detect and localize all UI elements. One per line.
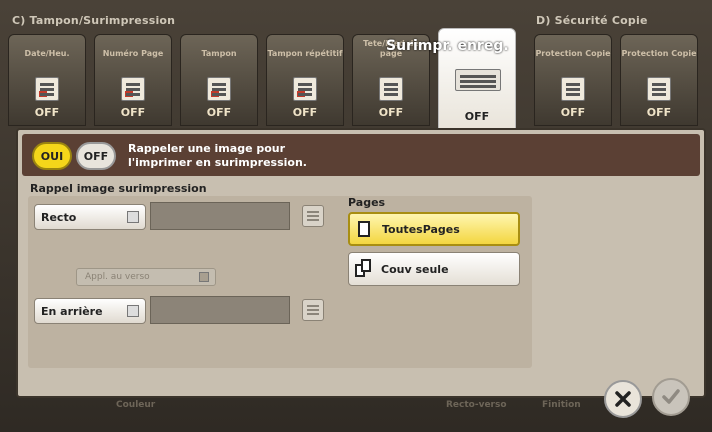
- apply-back-label: Appl. au verso: [85, 272, 150, 282]
- tab-label: Tampon répétitif: [267, 49, 343, 58]
- back-list-icon[interactable]: [302, 299, 324, 321]
- front-label: Recto: [41, 210, 77, 224]
- active-tab-title: Surimpr. enreg.: [386, 38, 509, 54]
- stamp-icon: [207, 77, 231, 101]
- single-page-icon: [358, 221, 370, 237]
- overlay-settings-panel: OUI OFF Rappeler une image pour l'imprim…: [16, 128, 706, 398]
- tab-page-number[interactable]: Numéro Page OFF: [94, 34, 172, 126]
- back-button[interactable]: En arrière: [34, 298, 146, 324]
- check-icon: [662, 389, 680, 404]
- header-footer-icon: [379, 77, 403, 101]
- tab-label: Date/Heu.: [24, 49, 70, 58]
- function-tabs: Date/Heu. OFF Numéro Page OFF Tampon OFF…: [8, 28, 708, 132]
- tab-state: OFF: [292, 106, 318, 119]
- tab-label: Tampon: [201, 49, 237, 58]
- tab-state: OFF: [378, 106, 404, 119]
- front-list-icon[interactable]: [302, 205, 324, 227]
- apply-back-checkbox: [199, 272, 209, 282]
- on-button[interactable]: OUI: [32, 142, 72, 170]
- close-button[interactable]: [604, 380, 642, 418]
- confirm-button[interactable]: [652, 378, 690, 416]
- off-button[interactable]: OFF: [76, 142, 116, 170]
- tab-state: OFF: [560, 106, 586, 119]
- back-checkbox[interactable]: [127, 305, 139, 317]
- instruction-line-2: l'imprimer en surimpression.: [128, 156, 307, 169]
- footer-duplex-label: Recto-verso: [446, 400, 507, 410]
- apply-back-button: Appl. au verso: [76, 268, 216, 286]
- registered-overlay-icon: [455, 69, 501, 91]
- recall-section-title: Rappel image surimpression: [30, 182, 207, 195]
- tab-state: OFF: [464, 110, 490, 123]
- front-button[interactable]: Recto: [34, 204, 146, 230]
- front-image-field[interactable]: [150, 202, 290, 230]
- back-label: En arrière: [41, 304, 103, 318]
- message-bar: OUI OFF Rappeler une image pour l'imprim…: [22, 134, 700, 176]
- close-icon: [615, 391, 631, 407]
- copy-protect-icon: [561, 77, 585, 101]
- tab-stamp[interactable]: Tampon OFF: [180, 34, 258, 126]
- copy-guard-icon: [647, 77, 671, 101]
- tab-copy-guard[interactable]: Protection Copie OFF: [620, 34, 698, 126]
- recall-area: Recto Appl. au verso En arrière Pages To…: [28, 196, 532, 368]
- date-time-icon: [35, 77, 59, 101]
- screen: C) Tampon/Surimpression D) Sécurité Copi…: [0, 0, 712, 432]
- tab-copy-protect[interactable]: Protection Copie OFF: [534, 34, 612, 126]
- tab-state: OFF: [34, 106, 60, 119]
- footer-color-label: Couleur: [116, 400, 156, 410]
- tab-label: Numéro Page: [102, 49, 164, 58]
- cover-only-button[interactable]: Couv seule: [348, 252, 520, 286]
- instruction-text: Rappeler une image pour l'imprimer en su…: [128, 142, 307, 170]
- tab-label: Protection Copie: [535, 49, 611, 58]
- all-pages-button[interactable]: ToutesPages: [348, 212, 520, 246]
- multi-page-icon: [355, 259, 373, 277]
- cover-only-label: Couv seule: [381, 262, 449, 276]
- tab-label: Protection Copie: [621, 49, 697, 58]
- tab-repeat-stamp[interactable]: Tampon répétitif OFF: [266, 34, 344, 126]
- back-image-field[interactable]: [150, 296, 290, 324]
- all-pages-label: ToutesPages: [382, 222, 460, 236]
- tab-state: OFF: [120, 106, 146, 119]
- front-checkbox[interactable]: [127, 211, 139, 223]
- tab-state: OFF: [646, 106, 672, 119]
- tab-date-time[interactable]: Date/Heu. OFF: [8, 34, 86, 126]
- instruction-line-1: Rappeler une image pour: [128, 142, 286, 155]
- pages-title: Pages: [348, 196, 386, 209]
- group-label-copy-security: D) Sécurité Copie: [536, 14, 648, 27]
- group-label-stamp-overlay: C) Tampon/Surimpression: [12, 14, 176, 27]
- repeat-stamp-icon: [293, 77, 317, 101]
- tab-state: OFF: [206, 106, 232, 119]
- page-number-icon: [121, 77, 145, 101]
- footer-finish-label: Finition: [542, 400, 581, 410]
